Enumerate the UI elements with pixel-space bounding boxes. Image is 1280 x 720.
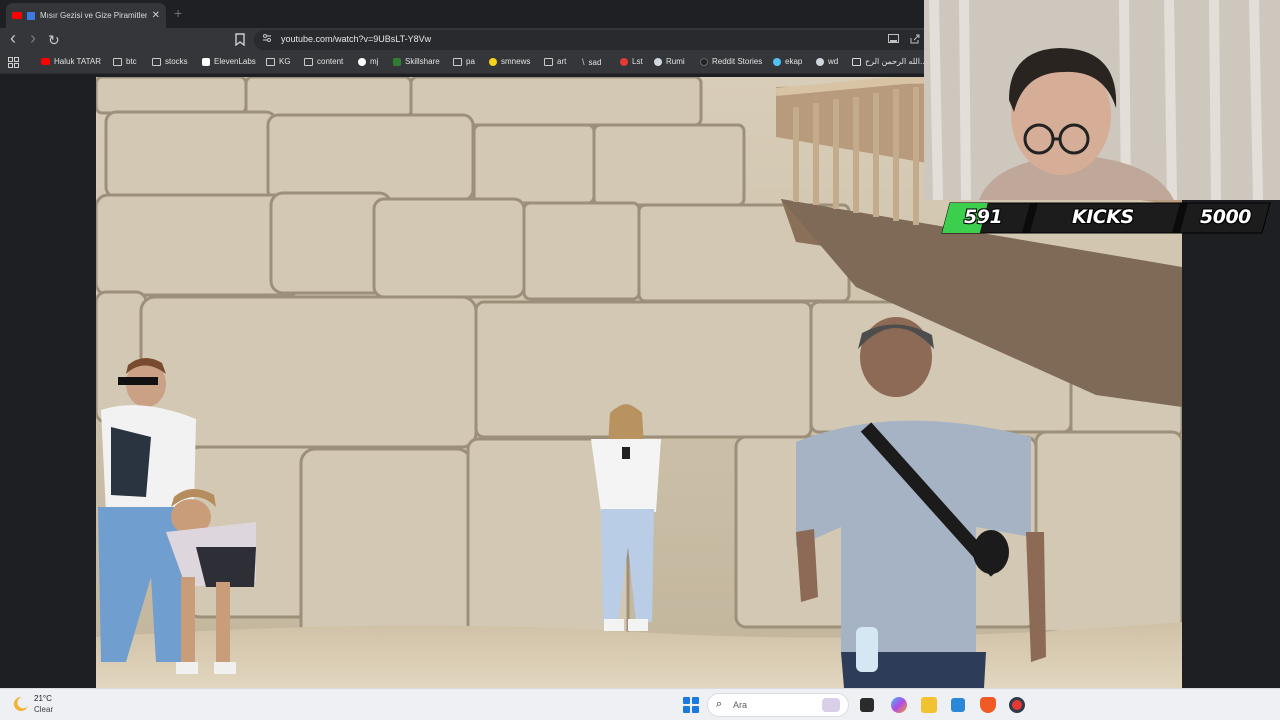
bookmark-label: stocks: [165, 57, 188, 66]
bird-icon: [773, 57, 781, 66]
shield-icon: [816, 57, 824, 66]
weather-temperature[interactable]: 21°C: [34, 694, 52, 703]
bookmark-label: art: [557, 57, 567, 66]
taskbar-search-box[interactable]: ⌕ Ara: [707, 693, 849, 717]
forward-button[interactable]: ›: [30, 29, 36, 47]
bookmark-label: Skillshare: [405, 57, 440, 66]
close-icon[interactable]: ✕: [152, 10, 160, 21]
bookmark-wd[interactable]: wd: [816, 57, 838, 66]
s-icon: [620, 57, 628, 66]
kicks-count: 591: [964, 206, 1003, 228]
kicks-goal: 5000: [1200, 206, 1251, 228]
bookmark-label: الله الرحمن الرح...: [865, 57, 927, 66]
new-tab-button[interactable]: +: [174, 5, 182, 21]
apps-grid-icon[interactable]: [8, 57, 19, 68]
bookmarks-bar: Haluk TATAR btc stocks ElevenLabs KG con…: [0, 52, 927, 74]
search-highlight-icon: [822, 698, 840, 712]
kicks-label: KICKS: [1072, 206, 1134, 228]
recording-app-icon[interactable]: [1009, 697, 1025, 713]
back-button[interactable]: ‹: [10, 29, 16, 47]
bookmark-label: content: [317, 57, 344, 66]
folder-icon: [266, 57, 275, 66]
file-explorer-icon[interactable]: [921, 697, 937, 713]
webcam-overlay: [924, 0, 1280, 200]
bookmark-content[interactable]: content: [304, 57, 343, 66]
bookmark-label: Rumi: [666, 57, 685, 66]
d-icon: [700, 57, 708, 66]
site-info-icon[interactable]: [262, 33, 272, 43]
smiley-icon: [489, 57, 497, 66]
folder-icon: [304, 57, 313, 66]
skillshare-icon: [393, 57, 401, 66]
bookmark-label: mj: [370, 57, 379, 66]
weather-condition[interactable]: Clear: [34, 705, 53, 714]
snipping-tool-icon[interactable]: [951, 698, 965, 712]
bookmark-skillshare[interactable]: Skillshare: [393, 57, 440, 66]
bookmark-label: KG: [279, 57, 291, 66]
tab-title: Mısır Gezisi ve Gize Piramitleri: [40, 11, 147, 20]
bookmark-label: sad: [588, 57, 602, 67]
share-icon[interactable]: [910, 34, 920, 44]
bookmark-label: ekap: [785, 57, 803, 66]
elevenlabs-icon: [202, 57, 210, 66]
cast-icon[interactable]: [888, 34, 899, 44]
reload-button[interactable]: ↻: [48, 31, 60, 49]
youtube-icon: [12, 12, 22, 19]
bookmark-rumi[interactable]: Rumi: [654, 57, 685, 66]
address-bar[interactable]: youtube.com/watch?v=9UBsLT-Y8Vw: [254, 30, 924, 50]
folder-icon: [453, 57, 462, 66]
audio-icon: [27, 11, 35, 20]
bookmark-kg[interactable]: KG: [266, 57, 291, 66]
bookmark-haluk-tatar[interactable]: Haluk TATAR: [41, 57, 101, 66]
bookmark-star-icon[interactable]: [235, 33, 245, 46]
bookmark-lst[interactable]: Lst: [620, 57, 643, 66]
bookmark-label: ElevenLabs: [214, 57, 256, 66]
globe-icon: [654, 57, 662, 66]
bookmark-art[interactable]: art: [544, 57, 566, 66]
url-text: youtube.com/watch?v=9UBsLT-Y8Vw: [281, 34, 432, 44]
windows-start-icon[interactable]: [683, 697, 699, 713]
bookmark-smnews[interactable]: smnews: [489, 57, 530, 66]
bookmark-label: Lst: [632, 57, 643, 66]
youtube-icon: [41, 58, 50, 65]
bookmark-reddit-stories[interactable]: Reddit Stories: [700, 57, 762, 66]
bookmark-label: wd: [828, 57, 839, 66]
copilot-icon[interactable]: [891, 697, 907, 713]
bookmark-mj[interactable]: mj: [358, 57, 378, 66]
github-icon: [358, 57, 366, 66]
moon-weather-icon[interactable]: [14, 697, 28, 711]
task-view-icon[interactable]: [860, 698, 874, 712]
bookmark-label: Haluk TATAR: [54, 57, 101, 66]
bookmark-btc[interactable]: btc: [113, 57, 137, 66]
browser-tab-bar: Mısır Gezisi ve Gize Piramitleri ✕ +: [0, 0, 924, 28]
folder-icon: [113, 57, 122, 66]
bookmark-label: btc: [126, 57, 137, 66]
search-icon: ⌕: [716, 698, 723, 710]
bookmark-ekap[interactable]: ekap: [773, 57, 802, 66]
kicks-counter-overlay: 591 KICKS 5000: [936, 200, 1276, 236]
bookmark-stocks[interactable]: stocks: [152, 57, 188, 66]
browser-tab-active[interactable]: Mısır Gezisi ve Gize Piramitleri ✕: [6, 3, 166, 28]
bookmark-elevenlabs[interactable]: ElevenLabs: [202, 57, 256, 66]
browser-toolbar: ‹ › ↻ youtube.com/watch?v=9UBsLT-Y8Vw: [0, 28, 924, 52]
folder-icon: [544, 57, 553, 66]
bookmark-label: pa: [466, 57, 475, 66]
bookmark-label: Reddit Stories: [712, 57, 763, 66]
folder-icon: [152, 57, 161, 66]
bookmark-pa[interactable]: pa: [453, 57, 475, 66]
bookmark-sad[interactable]: \ sad: [582, 57, 601, 67]
desktop-screen: Mısır Gezisi ve Gize Piramitleri ✕ + ‹ ›…: [0, 0, 1280, 720]
slash-icon: \: [582, 57, 585, 67]
windows-taskbar: 21°C Clear ⌕ Ara: [0, 688, 1280, 720]
page-icon: [852, 57, 861, 66]
bookmark-arabic[interactable]: الله الرحمن الرح...: [852, 57, 927, 66]
search-placeholder: Ara: [733, 700, 748, 710]
brave-browser-icon[interactable]: [980, 697, 996, 713]
bookmark-label: smnews: [501, 57, 531, 66]
